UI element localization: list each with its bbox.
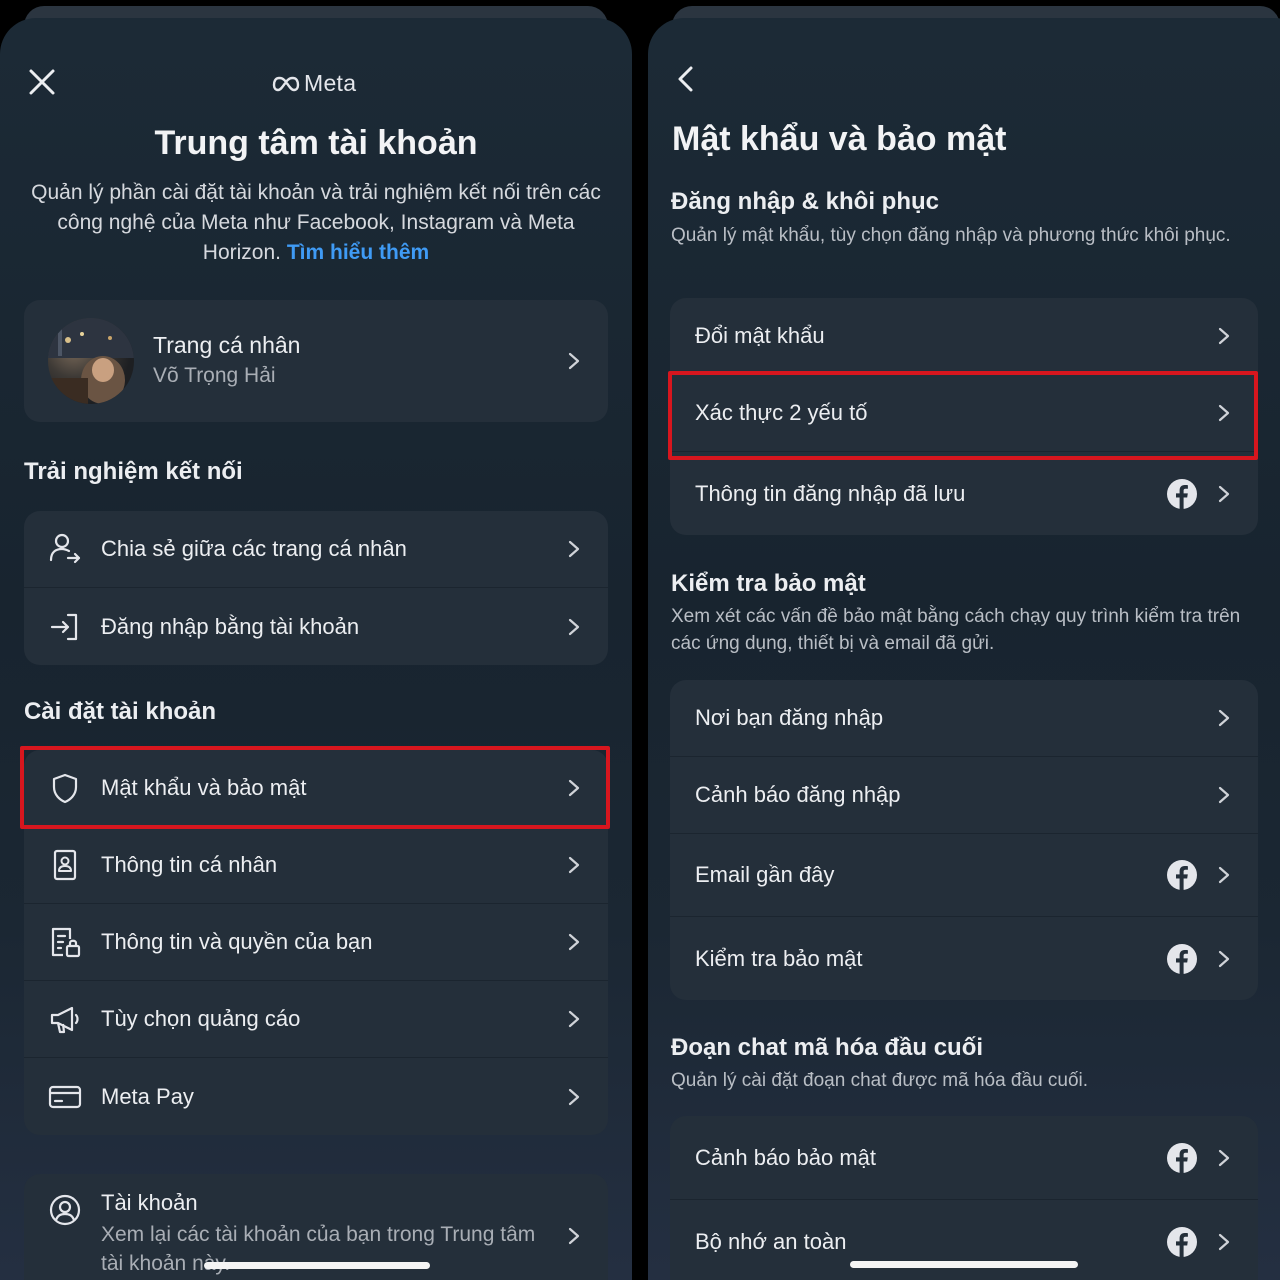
facebook-icon: [1167, 478, 1197, 509]
chevron-right-icon: [1218, 327, 1230, 345]
row-label: Chia sẻ giữa các trang cá nhân: [101, 536, 407, 561]
e2e-card: Cảnh báo bảo mật Bộ nhớ an toàn: [670, 1116, 1258, 1280]
document-lock-icon: [48, 925, 82, 959]
row-label: Bộ nhớ an toàn: [695, 1229, 847, 1254]
profile-title: Trang cá nhân: [153, 332, 301, 358]
row-recent-emails[interactable]: Email gần đây: [670, 834, 1258, 917]
chevron-right-icon: [1218, 866, 1230, 884]
meta-infinity-icon: [272, 76, 300, 91]
meta-wordmark: Meta: [304, 70, 357, 96]
row-ad-preferences[interactable]: Tùy chọn quảng cáo: [24, 981, 608, 1058]
profile-row[interactable]: Trang cá nhân Võ Trọng Hải: [24, 300, 608, 422]
row-label: Email gần đây: [695, 862, 835, 887]
back-chevron-icon[interactable]: [672, 62, 700, 96]
chevron-right-icon: [1218, 786, 1230, 804]
home-indicator: [204, 1262, 430, 1269]
chevron-right-icon: [568, 618, 580, 635]
accounts-title: Tài khoản: [101, 1190, 198, 1215]
e2e-subtitle: Quản lý cài đặt đoạn chat được mã hóa đầ…: [671, 1070, 1089, 1091]
row-secure-storage[interactable]: Bộ nhớ an toàn: [670, 1200, 1258, 1280]
share-profiles-icon: [48, 532, 82, 566]
row-security-checkup[interactable]: Kiểm tra bảo mật: [670, 917, 1258, 1000]
intro-text: Quản lý phần cài đặt tài khoản và trải n…: [22, 178, 610, 268]
row-two-factor[interactable]: Xác thực 2 yếu tố: [670, 375, 1258, 452]
user-circle-icon: [48, 1193, 82, 1227]
chevron-right-icon: [568, 933, 580, 951]
page-title: Trung tâm tài khoản: [154, 124, 478, 162]
chevron-right-icon: [568, 1227, 580, 1245]
row-login-with-account[interactable]: Đăng nhập bằng tài khoản: [24, 588, 608, 665]
row-label: Nơi bạn đăng nhập: [695, 705, 884, 730]
megaphone-icon: [48, 1002, 82, 1036]
page-title: Mật khẩu và bảo mật: [672, 120, 1007, 158]
row-label: Cảnh báo bảo mật: [695, 1144, 877, 1170]
profile-name: Võ Trọng Hải: [153, 364, 276, 387]
learn-more-link[interactable]: Tìm hiểu thêm: [287, 241, 429, 264]
row-label: Đăng nhập bằng tài khoản: [101, 613, 360, 639]
row-label: Kiểm tra bảo mật: [695, 945, 863, 971]
login-recovery-subtitle: Quản lý mật khẩu, tùy chọn đăng nhập và …: [671, 225, 1231, 246]
chevron-right-icon: [1218, 709, 1230, 727]
security-check-heading: Kiểm tra bảo mật: [671, 570, 866, 597]
login-recovery-card: Đổi mật khẩu Xác thực 2 yếu tố Thông tin…: [670, 298, 1258, 535]
facebook-icon: [1167, 943, 1197, 974]
row-saved-login[interactable]: Thông tin đăng nhập đã lưu: [670, 452, 1258, 535]
chevron-right-icon: [568, 856, 580, 874]
chevron-right-icon: [568, 1088, 580, 1105]
row-login-alerts[interactable]: Cảnh báo đăng nhập: [670, 757, 1258, 834]
row-label: Cảnh báo đăng nhập: [695, 782, 901, 807]
facebook-icon: [1167, 1227, 1197, 1257]
row-change-password[interactable]: Đổi mật khẩu: [670, 298, 1258, 375]
avatar-photo: [48, 318, 134, 404]
row-personal-info[interactable]: Thông tin cá nhân: [24, 827, 608, 904]
row-label: Meta Pay: [101, 1083, 194, 1109]
row-label: Mật khẩu và bảo mật: [101, 775, 307, 800]
chevron-right-icon: [568, 352, 580, 370]
id-card-icon: [48, 848, 82, 882]
accounts-subtitle: Xem lại các tài khoản của bạn trong Trun…: [101, 1223, 536, 1275]
security-check-subtitle: Xem xét các vấn đề bảo mật bằng cách chạ…: [671, 606, 1241, 654]
row-label: Thông tin và quyền của bạn: [101, 929, 373, 954]
chevron-right-icon: [568, 1010, 580, 1028]
connected-heading: Trải nghiệm kết nối: [24, 458, 243, 485]
close-icon[interactable]: [26, 66, 58, 98]
e2e-heading: Đoạn chat mã hóa đầu cuối: [671, 1034, 984, 1061]
chevron-right-icon: [1218, 485, 1230, 502]
chevron-right-icon: [1218, 1149, 1230, 1166]
chevron-right-icon: [568, 779, 580, 797]
password-security-panel: Mật khẩu và bảo mật Đăng nhập & khôi phụ…: [648, 0, 1280, 1280]
row-security-alerts[interactable]: Cảnh báo bảo mật: [670, 1116, 1258, 1200]
settings-heading: Cài đặt tài khoản: [24, 698, 217, 725]
chevron-right-icon: [1218, 404, 1230, 422]
meta-logo: Meta: [272, 70, 356, 97]
chevron-right-icon: [1218, 1233, 1230, 1251]
chevron-right-icon: [1218, 950, 1230, 967]
row-label: Đổi mật khẩu: [695, 323, 825, 348]
chevron-right-icon: [568, 540, 580, 558]
row-label: Xác thực 2 yếu tố: [695, 400, 868, 425]
security-check-card: Nơi bạn đăng nhập Cảnh báo đăng nhập Ema…: [670, 680, 1258, 1000]
profile-card[interactable]: Trang cá nhân Võ Trọng Hải: [24, 300, 608, 422]
login-icon: [48, 610, 82, 644]
row-label: Thông tin cá nhân: [101, 852, 278, 877]
avatar: [48, 318, 134, 404]
row-info-permissions[interactable]: Thông tin và quyền của bạn: [24, 904, 608, 981]
settings-card: Mật khẩu và bảo mật Thông tin cá nhân Th…: [24, 750, 608, 1135]
account-center-panel: Meta Trung tâm tài khoản Quản lý phần cà…: [0, 0, 632, 1280]
shield-icon: [48, 771, 82, 805]
row-meta-pay[interactable]: Meta Pay: [24, 1058, 608, 1135]
facebook-icon: [1167, 1142, 1197, 1173]
row-label: Tùy chọn quảng cáo: [101, 1006, 301, 1031]
connected-card: Chia sẻ giữa các trang cá nhân Đăng nhập…: [24, 511, 608, 665]
credit-card-icon: [48, 1080, 82, 1114]
row-label: Thông tin đăng nhập đã lưu: [695, 480, 966, 506]
home-indicator: [850, 1261, 1078, 1268]
facebook-icon: [1167, 860, 1197, 890]
login-recovery-heading: Đăng nhập & khôi phục: [671, 188, 939, 215]
row-where-logged-in[interactable]: Nơi bạn đăng nhập: [670, 680, 1258, 757]
row-share-profiles[interactable]: Chia sẻ giữa các trang cá nhân: [24, 511, 608, 588]
row-password-security[interactable]: Mật khẩu và bảo mật: [24, 750, 608, 827]
